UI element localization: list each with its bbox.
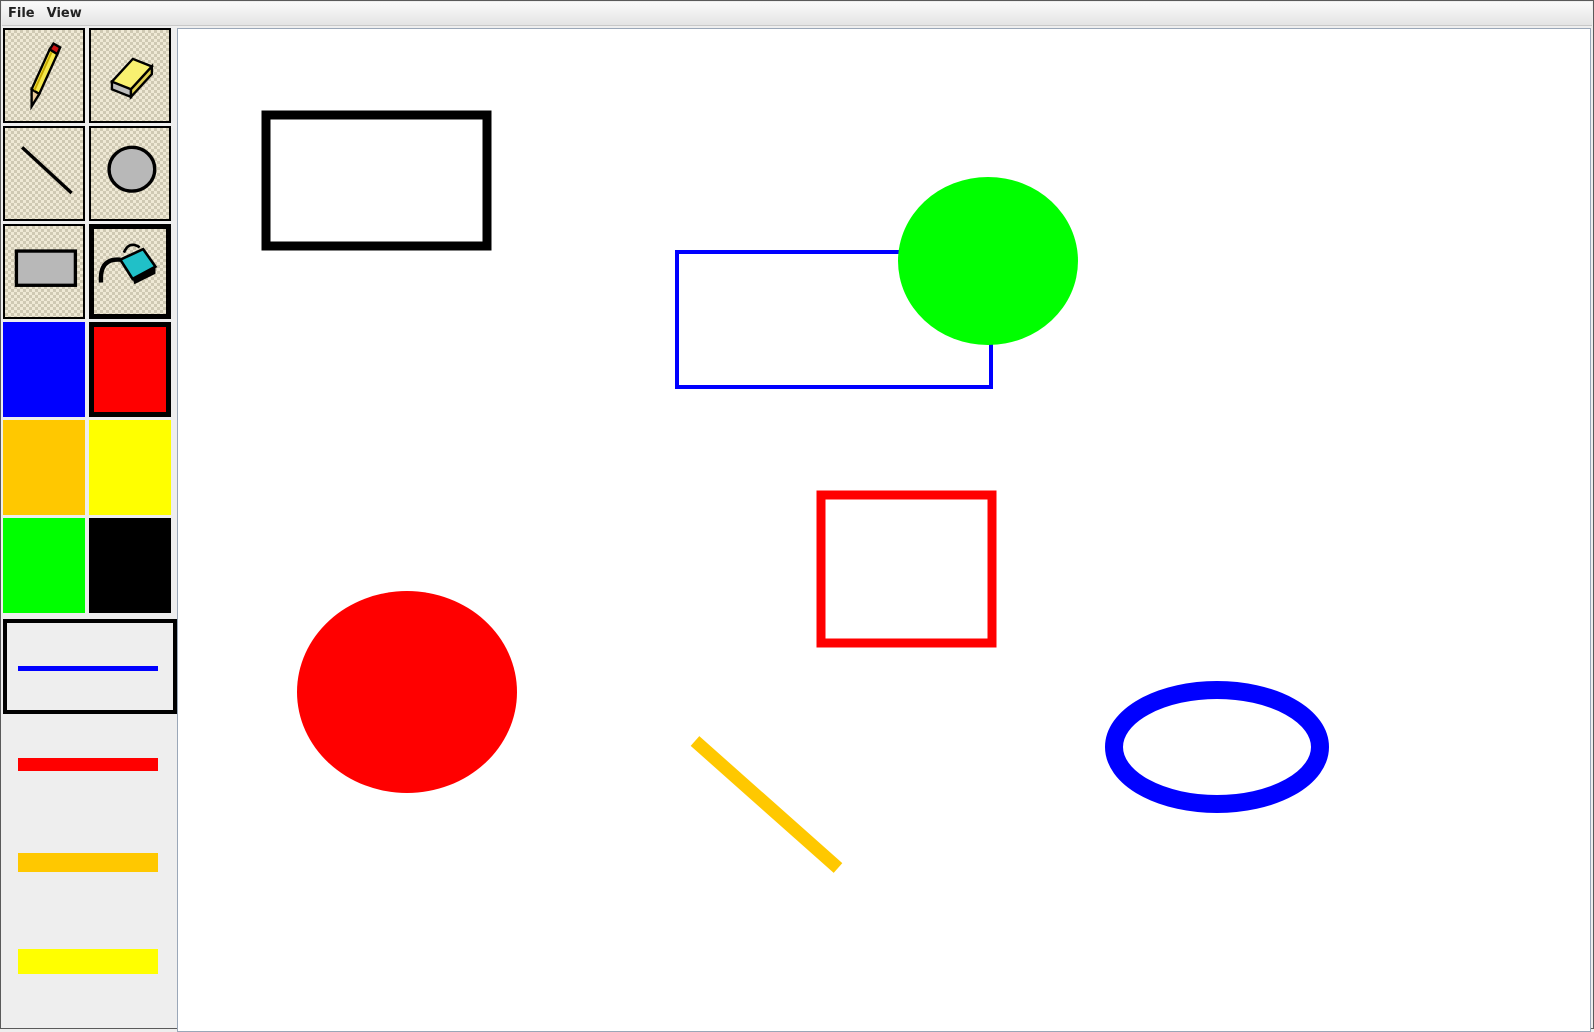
canvas-drawing [261, 110, 1329, 873]
tool-fill[interactable] [89, 224, 171, 319]
pencil-icon [30, 42, 62, 111]
color-yellow[interactable] [89, 420, 171, 515]
menu-view[interactable]: View [41, 3, 88, 25]
color-red[interactable] [89, 322, 171, 417]
color-green[interactable] [3, 518, 85, 613]
paint-window: File View [0, 0, 1594, 1032]
menu-bar: File View [2, 2, 1592, 26]
red-filled-circle [297, 591, 517, 793]
tool-rectangle[interactable] [3, 224, 85, 319]
rectangle-icon [14, 249, 78, 287]
red-outline-rectangle [816, 490, 997, 648]
stroke-sample-red [18, 758, 158, 771]
tool-eraser[interactable] [89, 28, 171, 123]
orange-line [690, 736, 843, 873]
paint-bucket-icon [98, 243, 158, 285]
color-blue[interactable] [3, 322, 85, 417]
stroke-sample-orange [18, 853, 158, 872]
line-icon [20, 146, 73, 195]
stroke-width-thin[interactable] [3, 619, 177, 714]
stroke-width-medium[interactable] [3, 716, 177, 811]
green-filled-circle [898, 177, 1078, 345]
color-orange[interactable] [3, 420, 85, 515]
menu-file[interactable]: File [2, 3, 41, 25]
black-outline-rectangle [261, 110, 492, 251]
stroke-width-thick[interactable] [3, 814, 177, 909]
tool-pencil[interactable] [3, 28, 85, 123]
stroke-sample-blue [18, 666, 158, 671]
stroke-sample-yellow [18, 949, 158, 974]
ellipse-icon [107, 145, 157, 193]
blue-outline-ellipse [1105, 681, 1329, 813]
stroke-width-extra-thick[interactable] [3, 912, 177, 1007]
drawing-canvas[interactable] [177, 28, 1591, 1032]
color-black[interactable] [89, 518, 171, 613]
tool-line[interactable] [3, 126, 85, 221]
eraser-icon [109, 57, 154, 100]
tool-ellipse[interactable] [89, 126, 171, 221]
